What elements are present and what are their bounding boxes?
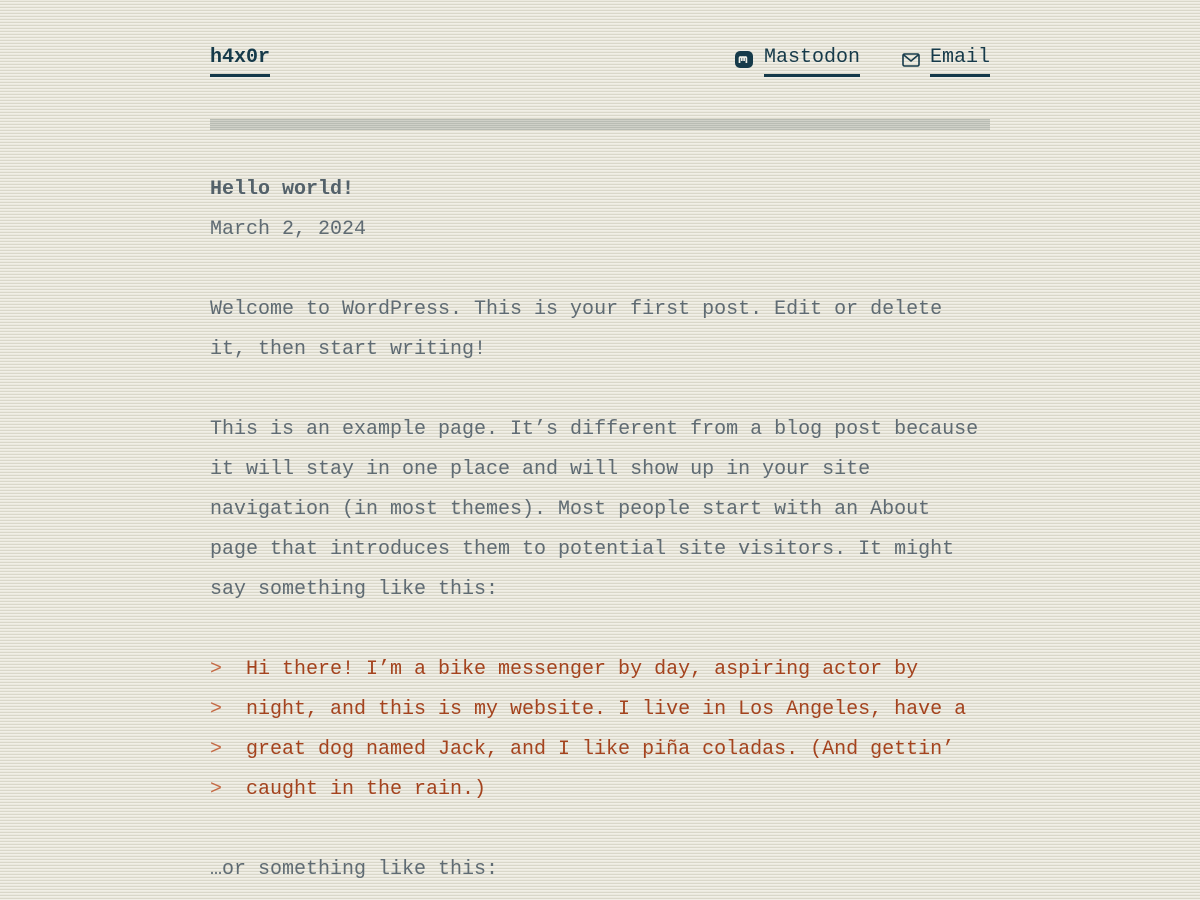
quote-text: night, and this is my website. I live in… <box>246 698 967 721</box>
quote-marker: > <box>210 738 223 761</box>
quote-line: > Hi there! I’m a bike messenger by day,… <box>210 650 990 690</box>
quote-marker: > <box>210 698 223 721</box>
post-paragraph-2: This is an example page. It’s different … <box>210 418 979 601</box>
site-header: h4x0r Mastodon Email <box>210 0 990 120</box>
nav-item-email[interactable]: Email <box>902 42 990 77</box>
quote-line: > caught in the rain.) <box>210 770 990 810</box>
mastodon-icon <box>734 50 754 70</box>
nav-link-email[interactable]: Email <box>929 42 990 77</box>
quote-line: > night, and this is my website. I live … <box>210 690 990 730</box>
post-title: Hello world! <box>210 178 355 201</box>
nav-link-mastodon[interactable]: Mastodon <box>763 42 860 77</box>
post-blockquote: > Hi there! I’m a bike messenger by day,… <box>210 650 990 810</box>
site-title-link[interactable]: h4x0r <box>210 42 271 77</box>
post-paragraph-1: Welcome to WordPress. This is your first… <box>210 298 943 361</box>
quote-line: > great dog named Jack, and I like piña … <box>210 730 990 770</box>
header-nav: Mastodon Email <box>734 42 990 77</box>
page-container: h4x0r Mastodon Email Hello world! March … <box>210 0 990 881</box>
header-separator <box>210 119 990 130</box>
envelope-icon <box>902 52 920 67</box>
quote-marker: > <box>210 658 223 681</box>
post-date: March 2, 2024 <box>210 218 367 241</box>
quote-text: Hi there! I’m a bike messenger by day, a… <box>246 658 919 681</box>
quote-text: great dog named Jack, and I like piña co… <box>246 738 955 761</box>
nav-item-mastodon[interactable]: Mastodon <box>734 42 860 77</box>
quote-text: caught in the rain.) <box>246 778 487 801</box>
post-paragraph-3: …or something like this: <box>210 858 499 881</box>
quote-marker: > <box>210 778 223 801</box>
